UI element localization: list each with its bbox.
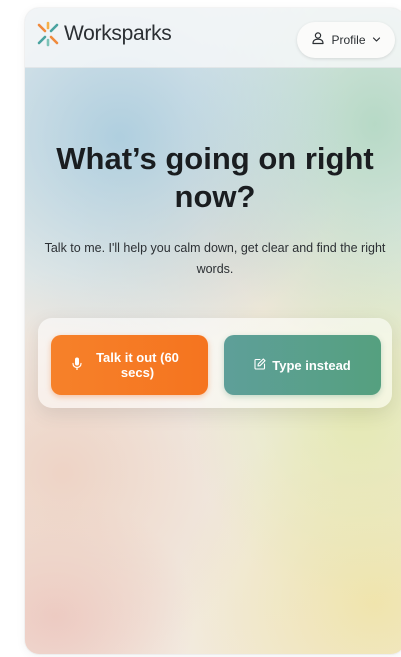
microphone-icon: [71, 357, 82, 374]
logo-text: Worksparks: [64, 22, 172, 45]
page-title: What’s going on right now?: [56, 141, 374, 214]
chevron-down-icon: [372, 31, 381, 49]
top-bar: Worksparks Profile: [25, 8, 401, 68]
app-screen: Worksparks Profile What’s going on right…: [25, 8, 401, 654]
logo[interactable]: Worksparks: [35, 21, 172, 47]
edit-icon: [254, 357, 266, 373]
profile-label: Profile: [331, 33, 366, 47]
talk-it-out-button[interactable]: Talk it out (60 secs): [51, 335, 208, 395]
type-button-label: Type instead: [272, 357, 351, 373]
worksparks-logo-icon: [35, 21, 61, 47]
profile-button[interactable]: Profile: [297, 22, 395, 58]
type-instead-button[interactable]: Type instead: [224, 335, 381, 395]
page-subtitle: Talk to me. I'll help you calm down, get…: [44, 241, 386, 276]
input-mode-card: Talk it out (60 secs) Type instead: [38, 318, 392, 408]
user-icon: [311, 31, 325, 50]
talk-button-label: Talk it out (60 secs): [96, 350, 179, 380]
